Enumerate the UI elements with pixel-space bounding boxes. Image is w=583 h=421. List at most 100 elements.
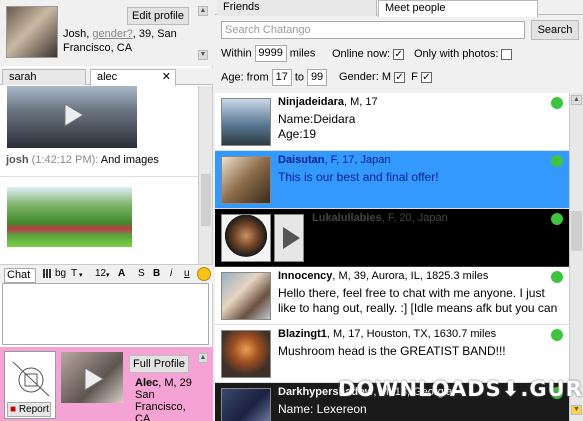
age-from-field[interactable]: 17 xyxy=(271,69,292,86)
user-info: , M, 17, Houston, TX, 1630.7 miles xyxy=(326,328,497,340)
only-photos-checkbox[interactable] xyxy=(501,48,513,60)
chat-message: josh (1:42:12 PM): And images xyxy=(6,154,159,166)
strike-button[interactable]: S xyxy=(138,268,145,279)
chat-scrollbar[interactable] xyxy=(198,86,212,264)
tab-meet-people[interactable]: Meet people xyxy=(378,0,538,17)
user-message: Name:Deidara Age:19 xyxy=(278,112,561,142)
scroll-down-arrow-icon[interactable]: ▼ xyxy=(571,405,582,415)
bg-button[interactable]: bg xyxy=(55,268,66,279)
scroll-up-arrow-icon[interactable]: ▲ xyxy=(198,353,208,363)
left-panel: Edit profile Josh, gender?, 39, San Fran… xyxy=(0,0,213,421)
tab-friends[interactable]: Friends xyxy=(217,0,377,16)
online-status-icon xyxy=(551,271,563,283)
age-to-field[interactable]: 99 xyxy=(307,69,328,86)
user-name-line: Daisutan, F, 17, Japan xyxy=(278,154,391,166)
mini-profile-video[interactable] xyxy=(61,352,123,403)
scrollbar-thumb[interactable] xyxy=(201,174,211,226)
font-button[interactable]: T xyxy=(71,268,77,279)
user-avatar[interactable] xyxy=(221,214,271,262)
user-name[interactable]: Innocency xyxy=(278,270,332,282)
gender-link[interactable]: gender? xyxy=(92,28,132,40)
my-profile-info: Josh, gender?, 39, San Francisco, CA xyxy=(63,27,198,55)
chat-image-garden[interactable] xyxy=(7,187,132,247)
mini-profile-loc2: Francisco, xyxy=(135,401,186,413)
female-checkbox[interactable]: ✓ xyxy=(420,71,432,83)
photos-filter: Only with photos: xyxy=(414,48,513,60)
tab-sarah[interactable]: sarah xyxy=(2,69,86,85)
user-avatar[interactable] xyxy=(221,272,271,320)
user-message-line: This is our best and final offer! xyxy=(278,170,439,184)
user-name[interactable]: Ninjadeidara xyxy=(278,96,344,108)
user-name[interactable]: Lukalullabies xyxy=(312,212,382,224)
online-now-checkbox[interactable]: ✓ xyxy=(393,48,405,60)
size-dropdown-icon[interactable]: ▾ xyxy=(106,271,110,279)
background-pattern-icon[interactable] xyxy=(43,269,52,278)
mini-profile-info: Alec, M, 29 San Francisco, CA xyxy=(135,377,192,421)
list-item[interactable]: Daisutan, F, 17, Japan This is our best … xyxy=(215,151,569,209)
user-name-line: Ninjadeidara, M, 17 xyxy=(278,96,378,108)
age-label: Age: from xyxy=(221,71,269,84)
close-tab-icon[interactable]: ✕ xyxy=(162,70,171,85)
font-dropdown-icon[interactable]: ▾ xyxy=(79,271,83,279)
play-icon[interactable] xyxy=(83,366,105,392)
mini-profile-loc1: San xyxy=(135,389,155,401)
user-message-line: Hello there, feel free to chat with me a… xyxy=(278,286,545,300)
user-message-line: Age:19 xyxy=(278,127,317,141)
bold-button[interactable]: B xyxy=(153,268,160,279)
edit-profile-button[interactable]: Edit profile xyxy=(127,7,189,25)
gender-label: Gender: xyxy=(339,71,379,83)
my-name: Josh, xyxy=(63,28,93,40)
my-profile: Edit profile Josh, gender?, 39, San Fran… xyxy=(0,0,213,66)
chat-image-video[interactable] xyxy=(7,86,137,148)
play-icon[interactable] xyxy=(280,225,302,251)
tab-alec-label: alec xyxy=(97,71,118,83)
sketch-drawing-icon xyxy=(12,361,50,397)
user-avatar[interactable] xyxy=(221,388,271,421)
underline-button[interactable]: u xyxy=(184,268,190,279)
chat-input[interactable] xyxy=(2,283,209,345)
watermark-logo: DOWNLOADS⬇.GURU xyxy=(338,377,583,401)
text-color-icon[interactable]: A xyxy=(118,268,125,279)
mini-profile: ■ Report Full Profile Alec, M, 29 San Fr… xyxy=(0,347,213,421)
emoticon-icon[interactable] xyxy=(197,267,211,281)
search-button[interactable]: Search xyxy=(531,20,579,40)
male-checkbox[interactable]: ✓ xyxy=(394,71,406,83)
scroll-down-arrow-icon[interactable]: ▼ xyxy=(198,50,208,60)
to-label: to xyxy=(294,71,304,84)
play-icon[interactable] xyxy=(63,102,85,128)
list-item[interactable]: Innocency, M, 39, Aurora, IL, 1825.3 mil… xyxy=(215,267,569,325)
chat-label-tab[interactable]: Chat xyxy=(4,268,36,283)
people-tabs: Friends Meet people xyxy=(215,0,583,17)
user-message-line: Name:Deidara xyxy=(278,112,356,126)
list-item[interactable]: Lukalullabies, F, 20, Japan xyxy=(215,209,569,267)
people-scrollbar[interactable]: ▲ ▼ xyxy=(569,93,583,421)
sketch-image: ■ Report xyxy=(4,351,56,419)
scroll-up-arrow-icon[interactable]: ▲ xyxy=(198,6,208,16)
report-flag-icon: ■ xyxy=(10,404,17,415)
tab-alec[interactable]: alec ✕ xyxy=(90,69,176,86)
within-miles-field[interactable]: 9999 xyxy=(254,45,287,62)
report-button[interactable]: ■ Report xyxy=(7,402,51,417)
user-video-thumb[interactable] xyxy=(274,214,304,262)
font-size-button[interactable]: 12 xyxy=(95,268,106,279)
user-avatar[interactable] xyxy=(221,98,271,146)
scroll-up-arrow-icon[interactable]: ▲ xyxy=(571,95,582,105)
user-message: This is our best and final offer! xyxy=(278,170,561,185)
italic-button[interactable]: i xyxy=(170,268,172,279)
user-name[interactable]: Daisutan xyxy=(278,154,324,166)
user-name[interactable]: Blazingt1 xyxy=(278,328,327,340)
within-label: Within xyxy=(221,47,252,60)
mini-profile-loc3: CA xyxy=(135,413,151,421)
user-message-line: like to hang out, really. :] [Idle means… xyxy=(278,301,558,315)
user-avatar[interactable] xyxy=(221,330,271,378)
list-item[interactable]: Ninjadeidara, M, 17 Name:Deidara Age:19 xyxy=(215,93,569,151)
scrollbar-thumb[interactable] xyxy=(571,211,582,251)
user-avatar[interactable] xyxy=(221,156,271,204)
format-toolbar: Chat bg T ▾ 12 ▾ A S B i u xyxy=(0,264,213,283)
chatango-app: Edit profile Josh, gender?, 39, San Fran… xyxy=(0,0,583,421)
user-message: Hello there, feel free to chat with me a… xyxy=(278,286,561,316)
my-avatar[interactable] xyxy=(6,6,58,58)
online-label: Online now: xyxy=(332,48,391,60)
full-profile-button[interactable]: Full Profile xyxy=(129,355,189,373)
search-input[interactable]: Search Chatango xyxy=(221,21,525,39)
